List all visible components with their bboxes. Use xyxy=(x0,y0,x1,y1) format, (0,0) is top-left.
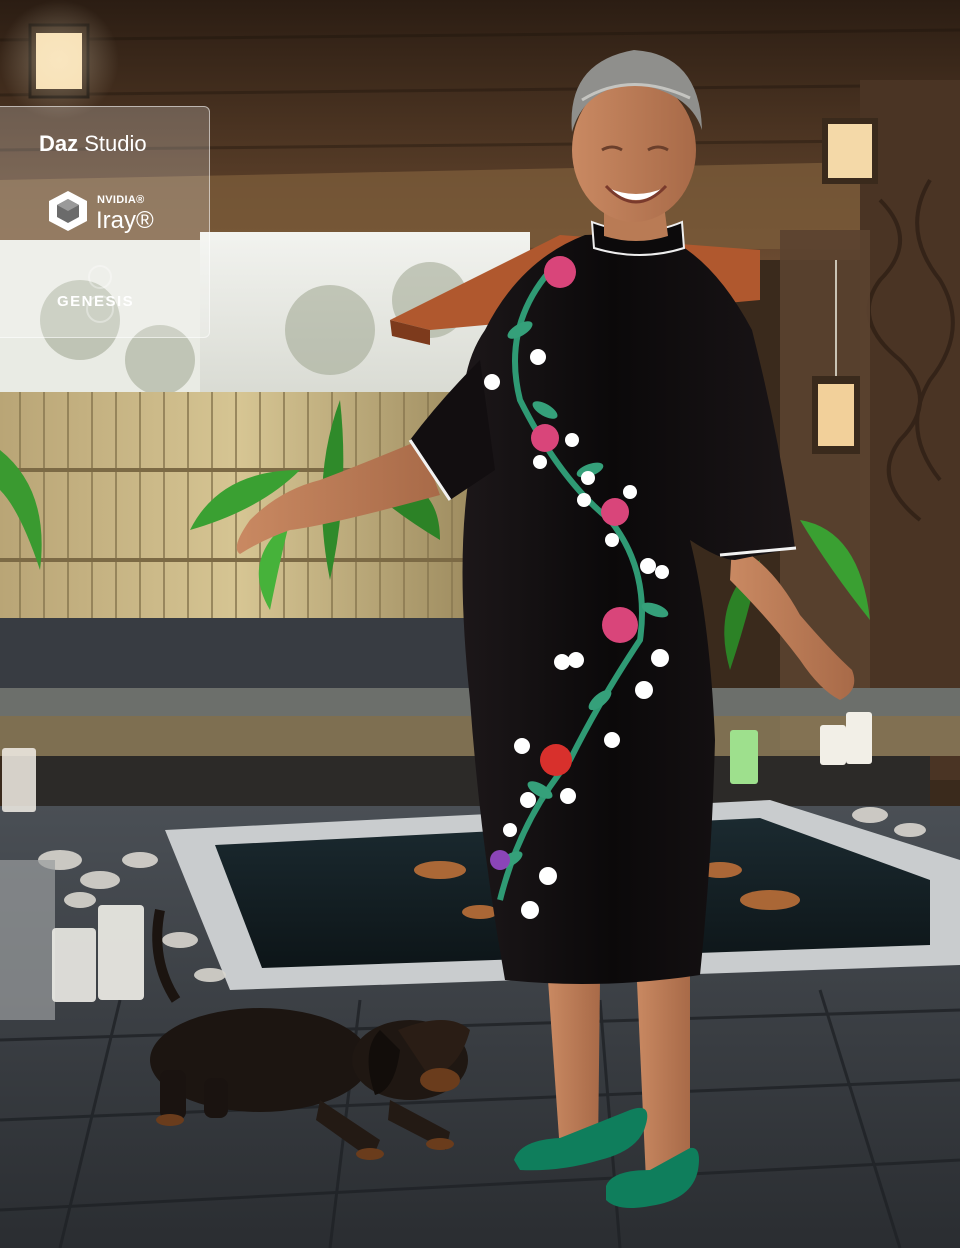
iray-label: Iray® xyxy=(96,207,154,234)
brand-bold: Daz xyxy=(39,131,79,156)
nvidia-label: NVIDIA® xyxy=(97,194,145,206)
brand-rest: Studio xyxy=(78,131,147,156)
daz-studio-wordmark: Daz Studio xyxy=(39,131,147,157)
iray-cube-icon xyxy=(49,191,87,231)
genesis-label: GENESIS xyxy=(57,293,135,310)
daz-genesis-badge: Daz Studio NVIDIA® Iray® GENESIS xyxy=(0,106,210,338)
